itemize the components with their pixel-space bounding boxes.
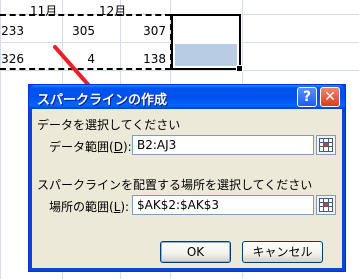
location-group-label: スパークラインを配置する場所を選択してください xyxy=(37,178,313,192)
data-group-label: データを選択してください xyxy=(37,118,181,132)
close-icon[interactable]: ✕ xyxy=(320,87,340,107)
range-collapse-icon[interactable] xyxy=(316,195,336,215)
create-sparklines-dialog: スパークラインの作成 ? ✕ データを選択してください データ範囲(D): B2… xyxy=(28,84,346,272)
data-range-input[interactable]: B2:AJ3 xyxy=(132,135,314,155)
location-range-label: 場所の範囲(L): xyxy=(49,200,130,214)
help-icon[interactable]: ? xyxy=(297,87,317,107)
data-range-label: データ範囲(D): xyxy=(49,140,132,154)
ok-button[interactable]: OK xyxy=(160,241,231,263)
location-range-input[interactable]: $AK$2:$AK$3 xyxy=(132,195,314,215)
dialog-titlebar[interactable]: スパークラインの作成 ? ✕ xyxy=(29,85,345,109)
cancel-button[interactable]: キャンセル xyxy=(242,241,323,263)
range-collapse-icon[interactable] xyxy=(316,135,336,155)
dialog-title: スパークラインの作成 xyxy=(37,93,168,108)
